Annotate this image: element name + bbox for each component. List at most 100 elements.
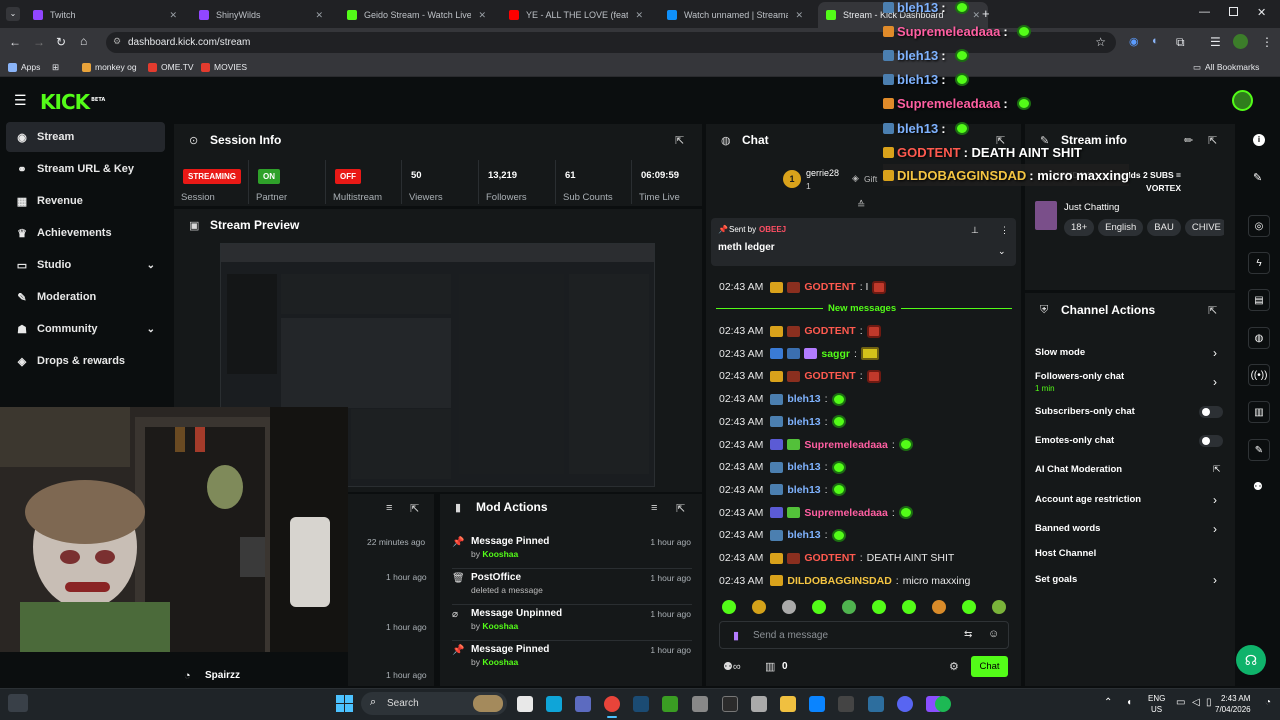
rail-users-icon[interactable]: ⚉	[1253, 480, 1263, 493]
channel-action-banned-words[interactable]: Banned words	[1035, 523, 1100, 534]
chat-username[interactable]: bleh13	[787, 416, 820, 428]
chat-settings-icon[interactable]: ⚙	[949, 660, 959, 673]
chat-username[interactable]: GODTENT	[804, 552, 855, 564]
chat-message[interactable]: 02:43 AM Supremeleadaaa:	[719, 504, 913, 522]
apps-grid-icon[interactable]: ⊞	[52, 57, 59, 77]
weather-widget[interactable]	[8, 694, 28, 712]
rail-bolt-icon[interactable]: ϟ	[1248, 252, 1270, 274]
sidebar-item-studio[interactable]: ▭ Studio ⌄	[6, 250, 165, 280]
reload-icon[interactable]: ↻	[56, 35, 66, 49]
mod-action-row[interactable]: 🗑 PostOffice deleted a message 1 hour ago	[452, 572, 697, 606]
channel-action-emotes-only-chat[interactable]: Emotes-only chat	[1035, 435, 1114, 446]
popout-icon[interactable]: ⇱	[1208, 304, 1217, 317]
tab-close-icon[interactable]: ✕	[169, 10, 177, 21]
chat-input[interactable]: ▮ Send a message ⇆ ☺	[719, 621, 1009, 649]
quick-emote-icon[interactable]	[812, 600, 826, 614]
support-headset-button[interactable]: ☊	[1236, 645, 1266, 675]
app-icon[interactable]	[575, 696, 591, 712]
folder-icon[interactable]	[780, 696, 796, 712]
unpin-icon[interactable]: ⊥	[971, 225, 979, 236]
browser-tab[interactable]: Geido Stream - Watch Live on K ✕	[339, 2, 494, 28]
stream-tag[interactable]: English	[1098, 219, 1144, 236]
mod-action-user[interactable]: Kooshaa	[482, 657, 518, 667]
network-icon[interactable]: ▭	[1176, 697, 1185, 708]
tab-search-button[interactable]: ⌄	[6, 7, 20, 21]
home-icon[interactable]: ⌂	[80, 34, 87, 48]
edge-icon[interactable]	[546, 696, 562, 712]
site-info-icon[interactable]: ⚙	[113, 36, 121, 47]
sidebar-item-community[interactable]: ☗ Community ⌄	[6, 314, 165, 344]
quick-emote-icon[interactable]	[962, 600, 976, 614]
extension-icon[interactable]: ◉	[1129, 35, 1139, 48]
browser-tab[interactable]: ShinyWilds ✕	[191, 2, 331, 28]
external-link-icon[interactable]: ⇱	[1213, 464, 1221, 475]
chat-message[interactable]: 02:43 AM saggr:	[719, 345, 879, 363]
chat-username[interactable]: GODTENT	[804, 281, 855, 293]
mic-icon[interactable]: ▮	[733, 629, 739, 642]
bookmark-item[interactable]: OME.TV	[148, 57, 194, 77]
chevron-right-icon[interactable]: ›	[1213, 522, 1217, 536]
chat-message[interactable]: 02:43 AM GODTENT: DEATH AINT SHIT	[719, 549, 954, 567]
kick-logo[interactable]: KICK BETA	[40, 90, 105, 114]
minimize-button[interactable]: —	[1199, 6, 1210, 18]
sidebar-item-stream-url-key[interactable]: ⚭ Stream URL & Key	[6, 154, 165, 184]
rail-chat-icon[interactable]: ◍	[1248, 327, 1270, 349]
quick-emote-icon[interactable]	[902, 600, 916, 614]
chat-username[interactable]: bleh13	[787, 393, 820, 405]
rail-broadcast-icon[interactable]: ((•))	[1248, 364, 1270, 386]
chat-message[interactable]: 02:43 AM GODTENT:	[719, 367, 881, 385]
popout-icon[interactable]: ⇱	[675, 134, 684, 147]
toggle-switch[interactable]	[1199, 406, 1223, 418]
chevron-right-icon[interactable]: ›	[1213, 493, 1217, 507]
chat-username[interactable]: bleh13	[787, 484, 820, 496]
rail-wrench-icon[interactable]: ✎	[1248, 439, 1270, 461]
epic-games-icon[interactable]	[722, 696, 738, 712]
forward-icon[interactable]: →	[33, 35, 45, 49]
chevron-right-icon[interactable]: ›	[1213, 346, 1217, 360]
chat-message[interactable]: 02:43 AM bleh13:	[719, 413, 846, 431]
category-thumbnail[interactable]	[1035, 201, 1057, 230]
top-gifter-name[interactable]: gerrie28	[806, 168, 839, 178]
sidebar-item-revenue[interactable]: ▦ Revenue	[6, 186, 165, 216]
chat-message[interactable]: 02:43 AM bleh13:	[719, 390, 846, 408]
popout-icon[interactable]: ⇱	[410, 502, 419, 515]
chat-username[interactable]: bleh13	[787, 461, 820, 473]
channel-action-account-age-restriction[interactable]: Account age restriction	[1035, 494, 1141, 505]
all-bookmarks[interactable]: ▭ All Bookmarks	[1193, 57, 1259, 77]
chevron-down-icon[interactable]: ⌄	[147, 324, 155, 335]
steam-icon[interactable]	[633, 696, 649, 712]
menu-dots-icon[interactable]: ⋮	[1261, 35, 1273, 49]
sidebar-item-drops-rewards[interactable]: ◈ Drops & rewards	[6, 346, 165, 376]
bookmark-item[interactable]: MOVIES	[201, 57, 247, 77]
channel-action-slow-mode[interactable]: Slow mode	[1035, 347, 1085, 358]
tray-mic-icon[interactable]: ◖	[1126, 697, 1132, 708]
discord-icon[interactable]	[897, 696, 913, 712]
stream-tag[interactable]: CHIVE	[1184, 219, 1224, 236]
settings-icon[interactable]	[751, 696, 767, 712]
channel-action-followers-only-chat[interactable]: Followers-only chat	[1035, 371, 1124, 382]
chat-username[interactable]: bleh13	[787, 529, 820, 541]
chat-username[interactable]: GODTENT	[804, 370, 855, 382]
sidebar-item-achievements[interactable]: ♛ Achievements	[6, 218, 165, 248]
gift-label[interactable]: Gift	[864, 174, 877, 184]
edit-icon[interactable]: ✏	[1184, 134, 1193, 147]
chat-message[interactable]: 02:43 AM bleh13:	[719, 526, 846, 544]
stream-tag[interactable]: 18+	[1064, 219, 1095, 236]
xbox-icon[interactable]	[662, 696, 678, 712]
stream-tag[interactable]: BAU	[1147, 219, 1181, 236]
filter-icon[interactable]: ≡	[651, 502, 657, 514]
emoji-icon[interactable]: ☺	[988, 628, 999, 640]
pencil-icon[interactable]: ✎	[1253, 171, 1262, 184]
mod-action-user[interactable]: Kooshaa	[482, 621, 518, 631]
info-icon[interactable]: i	[1253, 134, 1265, 146]
spotify-icon[interactable]	[935, 696, 951, 712]
quick-emote-icon[interactable]	[842, 600, 856, 614]
volume-icon[interactable]: ◁	[1192, 697, 1200, 708]
channel-action-set-goals[interactable]: Set goals	[1035, 574, 1077, 585]
users-infinity-icon[interactable]: ⚉∞	[723, 660, 741, 673]
quick-emote-icon[interactable]	[752, 600, 766, 614]
clock-time[interactable]: 2:43 AM	[1221, 694, 1250, 703]
chat-username[interactable]: GODTENT	[804, 325, 855, 337]
language-code[interactable]: ENG	[1148, 694, 1165, 703]
close-window-button[interactable]: ✕	[1257, 6, 1266, 19]
